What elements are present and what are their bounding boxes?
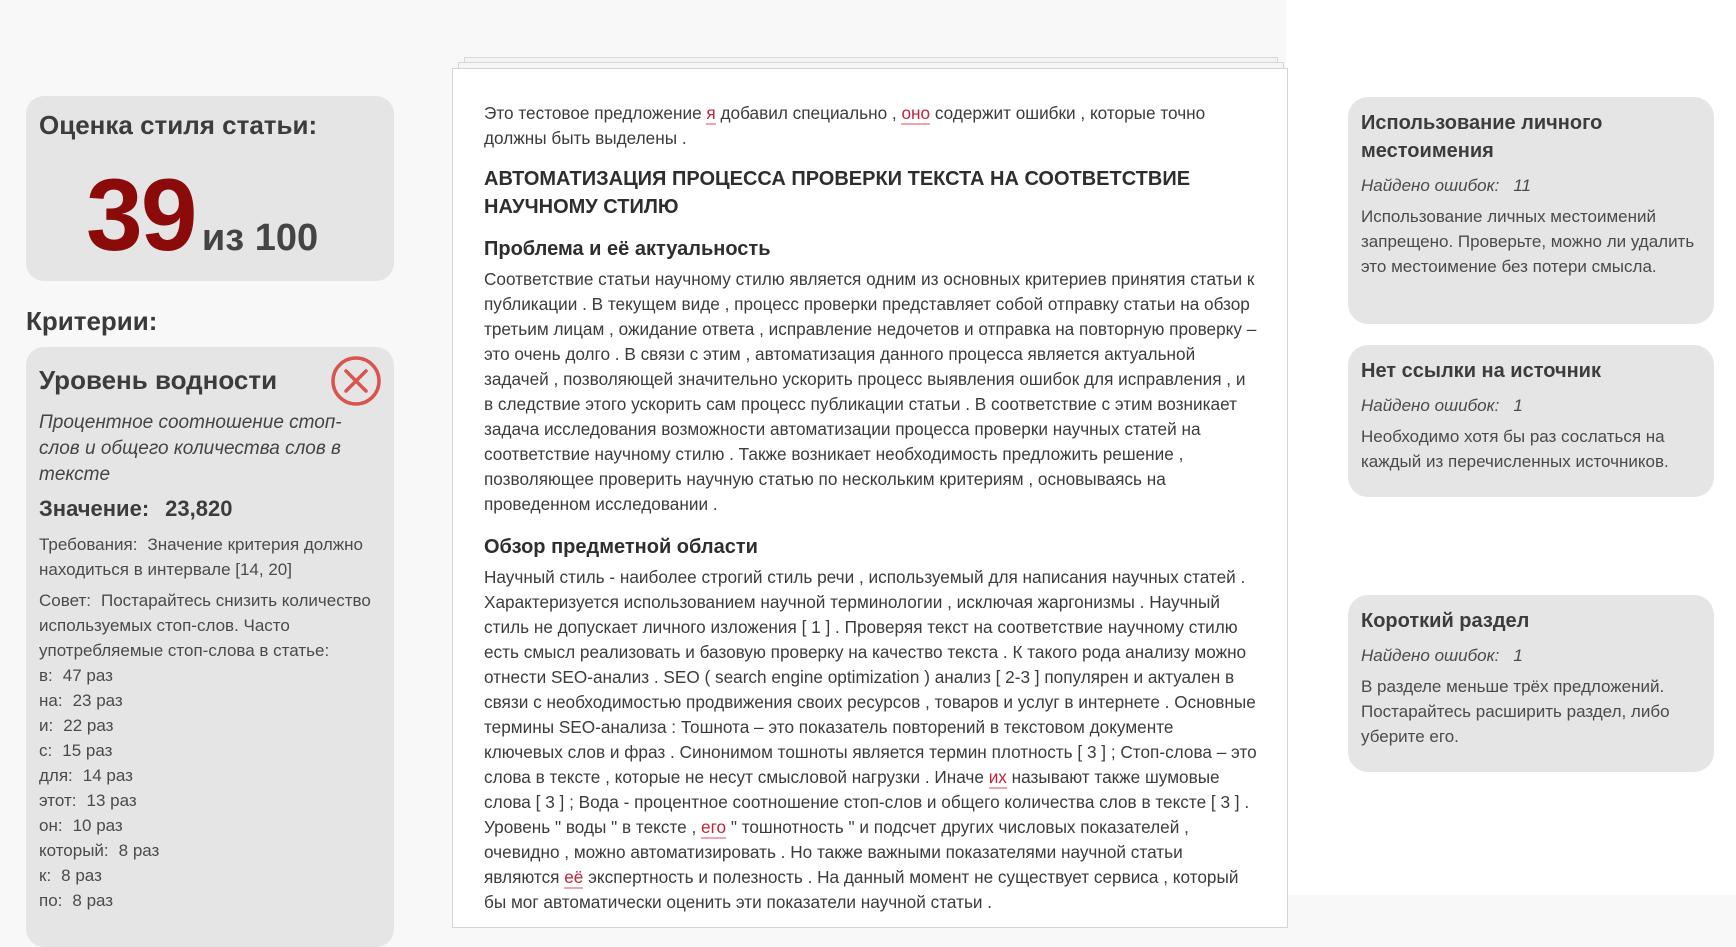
section-heading: Обзор предметной области: [484, 536, 758, 558]
error-highlight[interactable]: я: [706, 103, 716, 125]
stop-word-count: 14 раз: [82, 766, 133, 785]
error-title: Короткий раздел: [1361, 610, 1530, 632]
stop-word-item: и: 22 раз: [39, 713, 381, 738]
error-count: 11: [1513, 176, 1532, 195]
stop-word-count: 22 раз: [63, 716, 114, 735]
error-count: 1: [1513, 396, 1523, 415]
document-title: АВТОМАТИЗАЦИЯ ПРОЦЕССА ПРОВЕРКИ ТЕКСТА Н…: [484, 168, 1191, 218]
error-highlight[interactable]: оно: [901, 103, 931, 125]
error-highlight[interactable]: их: [988, 767, 1007, 789]
intro-paragraph: Это тестовое предложение я добавил специ…: [484, 101, 1257, 151]
stop-word-item: с: 15 раз: [39, 738, 381, 763]
criterion-value: 23,820: [165, 496, 233, 521]
error-card-personal-pronoun[interactable]: Использование личного местоимения Найден…: [1348, 97, 1714, 324]
stop-word: который:: [39, 841, 109, 860]
criterion-description: Процентное соотношение стоп-слов и общег…: [39, 412, 342, 485]
criteria-heading: Критерии:: [26, 306, 158, 336]
section-paragraph: Научный стиль - наиболее строгий стиль р…: [484, 565, 1257, 915]
text-run: Научный стиль - наиболее строгий стиль р…: [484, 567, 1257, 787]
criterion-card: Уровень водности Процентное соотношение …: [26, 347, 394, 947]
stop-word: этот:: [39, 791, 77, 810]
stop-word-count: 23 раз: [72, 691, 123, 710]
stop-word-count: 47 раз: [62, 666, 113, 685]
stop-word: по:: [39, 891, 63, 910]
criterion-advice: Совет: Постарайтесь снизить количество ис…: [39, 588, 381, 663]
stop-word-count: 8 раз: [72, 891, 114, 910]
score-title: Оценка стиля статьи:: [39, 110, 318, 140]
stop-word: для:: [39, 766, 73, 785]
stop-word-item: в: 47 раз: [39, 663, 381, 688]
error-count-row: Найдено ошибок: 1: [1361, 643, 1701, 668]
error-message: Использование личных местоимений запреще…: [1361, 207, 1695, 276]
requirements-label: Требования:: [39, 535, 138, 554]
error-card-short-section[interactable]: Короткий раздел Найдено ошибок: 1 В разде…: [1348, 595, 1714, 772]
section-overview: Обзор предметной области Научный стиль -…: [484, 533, 1257, 915]
section-problem: Проблема и её актуальность Соответствие …: [484, 235, 1257, 517]
stop-word-count: 10 раз: [72, 816, 123, 835]
error-highlight[interactable]: его: [701, 817, 727, 839]
error-title: Использование личного местоимения: [1361, 112, 1603, 162]
score-row: 39 из 100: [86, 164, 318, 266]
stop-word-item: по: 8 раз: [39, 888, 381, 913]
stop-word-count: 13 раз: [86, 791, 137, 810]
stop-word-item: для: 14 раз: [39, 763, 381, 788]
error-count-row: Найдено ошибок: 11: [1361, 173, 1701, 198]
error-count-label: Найдено ошибок:: [1361, 396, 1500, 415]
error-count-label: Найдено ошибок:: [1361, 646, 1500, 665]
text-run: Это тестовое предложение: [484, 103, 707, 123]
stop-word: в:: [39, 666, 53, 685]
error-count-row: Найдено ошибок: 1: [1361, 393, 1701, 418]
stop-word-item: этот: 13 раз: [39, 788, 381, 813]
section-heading: Проблема и её актуальность: [484, 238, 771, 260]
stop-word: и:: [39, 716, 54, 735]
stop-word: с:: [39, 741, 53, 760]
error-title: Нет ссылки на источник: [1361, 360, 1601, 382]
section-paragraph: Соответствие статьи научному стилю являе…: [484, 269, 1257, 514]
criterion-requirements: Требования: Значение критерия должно нахо…: [39, 532, 381, 582]
stop-word: на:: [39, 691, 63, 710]
error-count: 1: [1513, 646, 1523, 665]
stop-word-item: к: 8 раз: [39, 863, 381, 888]
stop-words-list: в: 47 раз на: 23 раз и: 22 раз с: 15 раз для…: [39, 663, 381, 913]
stop-word-item: он: 10 раз: [39, 813, 381, 838]
failed-x-icon: [331, 356, 381, 406]
document-page[interactable]: Это тестовое предложение я добавил специ…: [452, 68, 1288, 928]
error-message: В разделе меньше трёх предложений. Поста…: [1361, 677, 1670, 746]
stop-word: он:: [39, 816, 63, 835]
score-value: 39: [86, 158, 197, 272]
criterion-value-row: Значение: 23,820: [39, 496, 381, 522]
text-run: экспертность и полезность . На данный мо…: [484, 867, 1239, 912]
stop-word-item: на: 23 раз: [39, 688, 381, 713]
stop-word-count: 8 раз: [118, 841, 160, 860]
stop-word-item: который: 8 раз: [39, 838, 381, 863]
error-message: Необходимо хотя бы раз сослаться на кажд…: [1361, 427, 1669, 471]
stop-word-count: 8 раз: [61, 866, 102, 885]
score-max: из 100: [201, 217, 319, 259]
text-run: добавил специально ,: [715, 103, 902, 123]
error-highlight[interactable]: её: [564, 867, 584, 889]
stop-word-count: 15 раз: [62, 741, 113, 760]
score-card: Оценка стиля статьи: 39 из 100: [26, 96, 394, 281]
advice-label: Совет:: [39, 591, 91, 610]
error-count-label: Найдено ошибок:: [1361, 176, 1500, 195]
criterion-value-label: Значение:: [39, 496, 150, 521]
error-card-no-source-link[interactable]: Нет ссылки на источник Найдено ошибок: 1 …: [1348, 345, 1714, 497]
stop-word: к:: [39, 866, 52, 885]
